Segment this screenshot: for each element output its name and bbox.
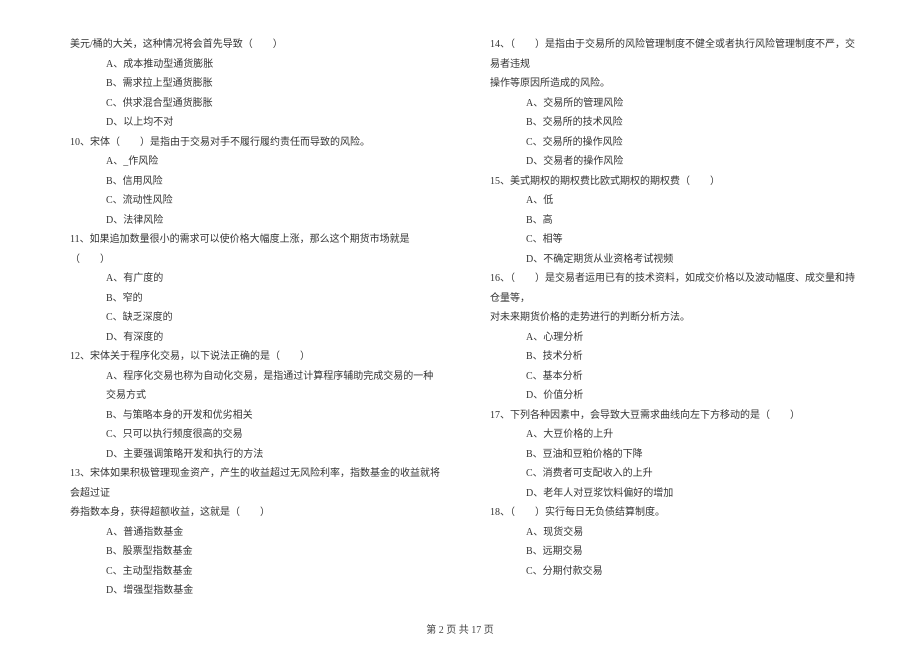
q-cont-opt-d: D、以上均不对 — [70, 113, 440, 133]
q15-stem: 15、美式期权的期权费比欧式期权的期权费（ ） — [490, 172, 860, 192]
q11-opt-c: C、缺乏深度的 — [70, 308, 440, 328]
q14-stem-b: 操作等原因所造成的风险。 — [490, 74, 860, 94]
q17-opt-d: D、老年人对豆浆饮料偏好的增加 — [490, 484, 860, 504]
q14-opt-c: C、交易所的操作风险 — [490, 133, 860, 153]
q11-opt-a: A、有广度的 — [70, 269, 440, 289]
q10-opt-c: C、流动性风险 — [70, 191, 440, 211]
q12-stem: 12、宋体关于程序化交易，以下说法正确的是（ ） — [70, 347, 440, 367]
q10-opt-d: D、法律风险 — [70, 211, 440, 231]
q18-stem: 18、（ ）实行每日无负债结算制度。 — [490, 503, 860, 523]
q17-opt-a: A、大豆价格的上升 — [490, 425, 860, 445]
q17-opt-b: B、豆油和豆粕价格的下降 — [490, 445, 860, 465]
q13-stem-b: 券指数本身，获得超额收益，这就是（ ） — [70, 503, 440, 523]
q18-opt-b: B、远期交易 — [490, 542, 860, 562]
q17-opt-c: C、消费者可支配收入的上升 — [490, 464, 860, 484]
q15-opt-d: D、不确定期货从业资格考试视频 — [490, 250, 860, 270]
q14-opt-d: D、交易者的操作风险 — [490, 152, 860, 172]
q18-opt-c: C、分期付款交易 — [490, 562, 860, 582]
q15-opt-c: C、相等 — [490, 230, 860, 250]
right-column: 14、（ ）是指由于交易所的风险管理制度不健全或者执行风险管理制度不严，交易者违… — [490, 35, 860, 601]
left-column: 美元/桶的大关，这种情况将会首先导致（ ） A、成本推动型通货膨胀 B、需求拉上… — [70, 35, 440, 601]
q11-opt-d: D、有深度的 — [70, 328, 440, 348]
q13-opt-d: D、增强型指数基金 — [70, 581, 440, 601]
q13-opt-c: C、主动型指数基金 — [70, 562, 440, 582]
q12-opt-b: B、与策略本身的开发和优劣相关 — [70, 406, 440, 426]
q-cont-opt-a: A、成本推动型通货膨胀 — [70, 55, 440, 75]
q10-opt-b: B、信用风险 — [70, 172, 440, 192]
q-cont-stem: 美元/桶的大关，这种情况将会首先导致（ ） — [70, 35, 440, 55]
q16-opt-a: A、心理分析 — [490, 328, 860, 348]
q16-stem-a: 16、（ ）是交易者运用已有的技术资料，如成交价格以及波动幅度、成交量和持仓量等… — [490, 269, 860, 308]
q12-opt-c: C、只可以执行频度很高的交易 — [70, 425, 440, 445]
q-cont-opt-c: C、供求混合型通货膨胀 — [70, 94, 440, 114]
q16-opt-d: D、价值分析 — [490, 386, 860, 406]
q14-opt-b: B、交易所的技术风险 — [490, 113, 860, 133]
q11-stem: 11、如果追加数量很小的需求可以使价格大幅度上涨，那么这个期货市场就是（ ） — [70, 230, 440, 269]
q13-opt-b: B、股票型指数基金 — [70, 542, 440, 562]
q16-opt-c: C、基本分析 — [490, 367, 860, 387]
q15-opt-b: B、高 — [490, 211, 860, 231]
page-footer: 第 2 页 共 17 页 — [0, 621, 920, 636]
q11-opt-b: B、窄的 — [70, 289, 440, 309]
q10-opt-a: A、_作风险 — [70, 152, 440, 172]
page-body: 美元/桶的大关，这种情况将会首先导致（ ） A、成本推动型通货膨胀 B、需求拉上… — [0, 0, 920, 631]
q10-stem: 10、宋体（ ）是指由于交易对手不履行履约责任而导致的风险。 — [70, 133, 440, 153]
q16-opt-b: B、技术分析 — [490, 347, 860, 367]
q18-opt-a: A、现货交易 — [490, 523, 860, 543]
q12-opt-d: D、主要强调策略开发和执行的方法 — [70, 445, 440, 465]
q16-stem-b: 对未来期货价格的走势进行的判断分析方法。 — [490, 308, 860, 328]
q14-opt-a: A、交易所的管理风险 — [490, 94, 860, 114]
q12-opt-a: A、程序化交易也称为自动化交易，是指通过计算程序辅助完成交易的一种交易方式 — [70, 367, 440, 406]
q13-stem-a: 13、宋体如果积极管理现金资产，产生的收益超过无风险利率，指数基金的收益就将会超… — [70, 464, 440, 503]
q15-opt-a: A、低 — [490, 191, 860, 211]
q17-stem: 17、下列各种因素中，会导致大豆需求曲线向左下方移动的是（ ） — [490, 406, 860, 426]
q14-stem-a: 14、（ ）是指由于交易所的风险管理制度不健全或者执行风险管理制度不严，交易者违… — [490, 35, 860, 74]
q-cont-opt-b: B、需求拉上型通货膨胀 — [70, 74, 440, 94]
q13-opt-a: A、普通指数基金 — [70, 523, 440, 543]
